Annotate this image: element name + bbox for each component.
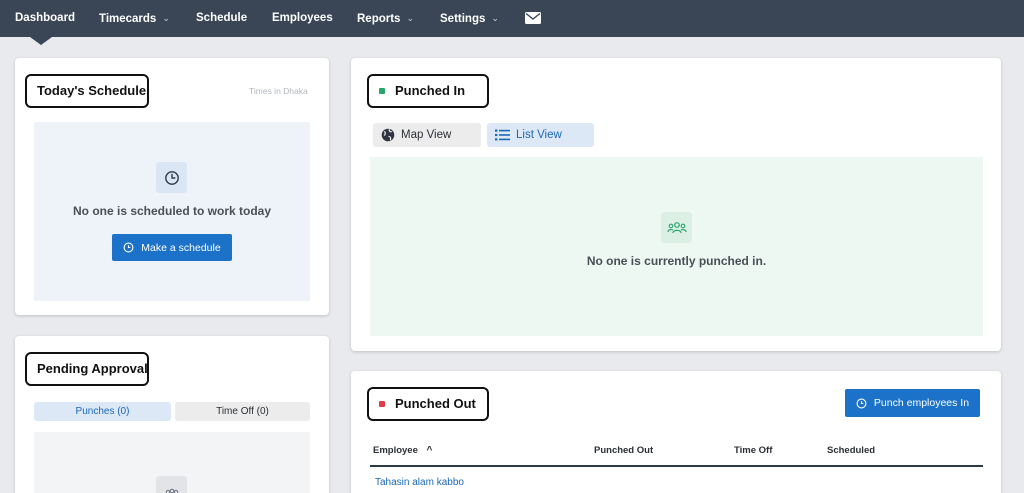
clock-icon — [156, 162, 187, 193]
nav-item-settings[interactable]: Settings ⌄ — [440, 0, 499, 37]
list-view-toggle[interactable]: List View — [487, 123, 594, 147]
column-header-punched-out[interactable]: Punched Out — [594, 445, 653, 456]
toggle-label: Map View — [401, 129, 452, 141]
table-header-divider — [370, 465, 983, 467]
card-title: Pending Approval — [25, 352, 149, 386]
empty-state-text: No one is currently punched in. — [586, 254, 767, 268]
nav-item-label: Dashboard — [15, 12, 76, 24]
chevron-down-icon: ⌄ — [162, 13, 170, 23]
clock-icon — [856, 398, 867, 408]
nav-item-reports[interactable]: Reports ⌄ — [357, 0, 414, 37]
card-title: Today's Schedule — [25, 74, 149, 108]
list-icon — [495, 129, 510, 141]
nav-item-label: Reports — [357, 13, 401, 25]
toggle-label: List View — [516, 129, 562, 141]
make-schedule-button[interactable]: Make a schedule — [112, 234, 232, 261]
clock-add-icon — [123, 242, 134, 253]
empty-state-text: No one is scheduled to work today — [72, 204, 272, 218]
active-nav-pointer — [30, 37, 52, 45]
status-dot — [379, 401, 385, 407]
schedule-empty-state: No one is scheduled to work today Make a… — [34, 122, 310, 301]
button-label: Punch employees In — [873, 397, 970, 409]
timezone-note: Times in Dhaka — [249, 86, 308, 96]
employee-name-link[interactable]: Tahasin alam kabbo — [375, 477, 464, 488]
column-header-scheduled[interactable]: Scheduled — [827, 445, 875, 456]
button-label: Make a schedule — [141, 241, 221, 254]
envelope-icon[interactable] — [525, 12, 541, 24]
sort-ascending-icon: ^ — [426, 445, 433, 456]
chevron-down-icon: ⌄ — [406, 13, 414, 23]
tab-time-off[interactable]: Time Off (0) — [175, 402, 310, 421]
punched-in-card: Punched In Map View List View No one is … — [351, 58, 1001, 351]
nav-item-label: Employees — [272, 12, 333, 24]
column-header-employee[interactable]: Employee ^ — [373, 445, 432, 456]
column-header-time-off[interactable]: Time Off — [734, 445, 772, 456]
card-title: Punched Out — [367, 387, 489, 421]
pending-approval-card: Pending Approval Punches (0) Time Off (0… — [15, 336, 329, 493]
punched-in-empty-state: No one is currently punched in. — [370, 157, 983, 336]
card-title: Punched In — [367, 74, 489, 108]
users-icon — [156, 476, 187, 493]
punch-employees-in-button[interactable]: Punch employees In — [845, 389, 980, 417]
chevron-down-icon: ⌄ — [491, 13, 499, 23]
nav-item-label: Schedule — [196, 12, 248, 24]
todays-schedule-card: Today's Schedule Times in Dhaka No one i… — [15, 58, 329, 315]
nav-item-label: Settings — [440, 13, 486, 25]
nav-item-schedule[interactable]: Schedule — [196, 0, 247, 37]
map-view-toggle[interactable]: Map View — [373, 123, 481, 147]
tab-punches[interactable]: Punches (0) — [34, 402, 171, 421]
punched-out-card: Punched Out Punch employees In Employee … — [351, 371, 1001, 493]
pending-empty-state — [34, 432, 310, 493]
nav-item-label: Timecards — [99, 13, 157, 25]
top-navigation: Dashboard Timecards ⌄ Schedule Employees … — [0, 0, 1024, 37]
nav-item-timecards[interactable]: Timecards ⌄ — [99, 0, 170, 37]
status-dot — [379, 88, 385, 94]
users-icon — [661, 212, 692, 243]
nav-item-employees[interactable]: Employees — [272, 0, 333, 37]
globe-icon — [381, 128, 395, 142]
nav-item-dashboard[interactable]: Dashboard — [15, 0, 75, 37]
